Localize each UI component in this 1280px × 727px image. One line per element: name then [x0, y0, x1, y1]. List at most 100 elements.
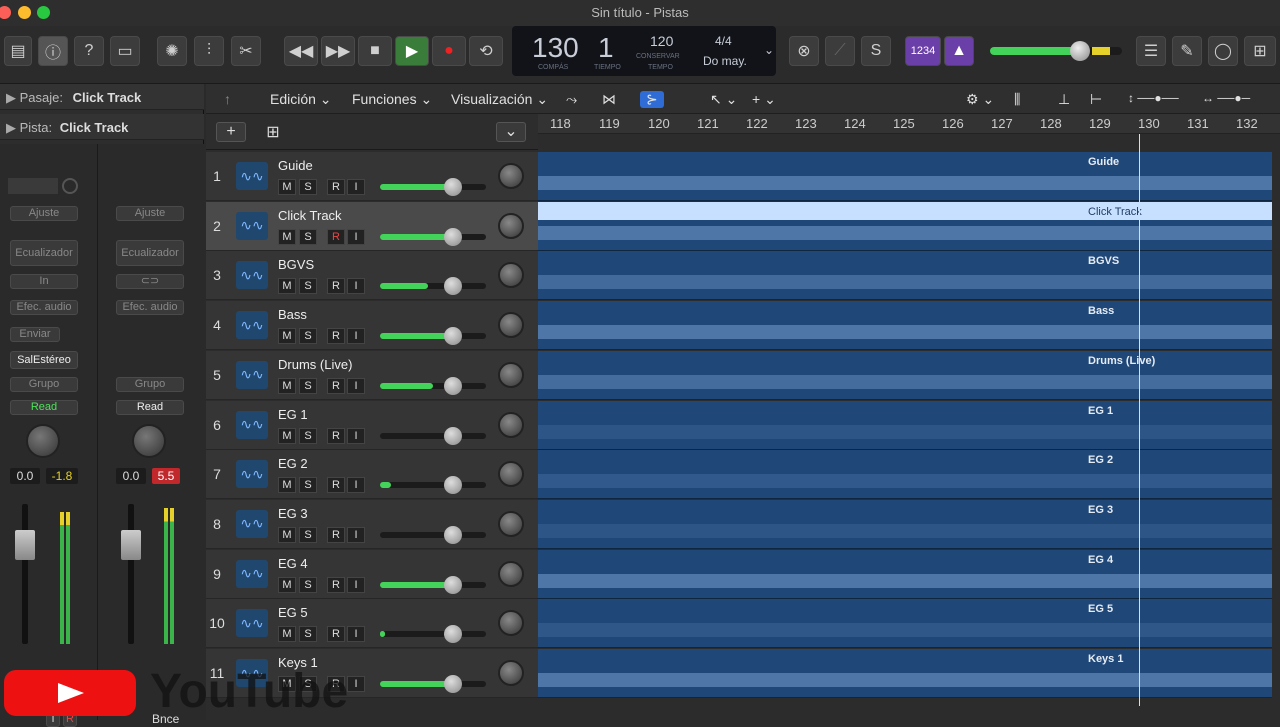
metronome-icon[interactable]: ▲: [944, 36, 974, 66]
record-enable-button[interactable]: R: [327, 377, 345, 394]
track-name[interactable]: Guide: [278, 158, 313, 173]
mute-button[interactable]: M: [278, 526, 296, 543]
cycle-button[interactable]: ⟲: [469, 36, 503, 66]
lcd-chevron-icon[interactable]: ⌄: [764, 43, 774, 57]
lcd-display[interactable]: 130 1 COMPÁS TIEMPO 120 CONSERVAR TEMPO …: [512, 26, 776, 76]
add-track-button[interactable]: +: [216, 122, 246, 142]
track-name[interactable]: EG 5: [278, 605, 308, 620]
input-monitor-button[interactable]: I: [347, 576, 365, 593]
track-lane[interactable]: EG 3: [538, 499, 1272, 549]
region-name[interactable]: Drums (Live): [1088, 355, 1155, 367]
input-monitor-button[interactable]: I: [347, 328, 365, 345]
mute-button[interactable]: M: [278, 278, 296, 295]
pan-knob[interactable]: [498, 361, 524, 388]
volume-slider[interactable]: [380, 625, 486, 644]
record-enable-button[interactable]: R: [327, 179, 345, 195]
region-name[interactable]: Guide: [1088, 156, 1119, 168]
solo-button[interactable]: S: [299, 526, 317, 543]
track-lane[interactable]: EG 2: [538, 450, 1272, 500]
back-icon[interactable]: ↑: [224, 91, 231, 107]
track-lane[interactable]: EG 4: [538, 549, 1272, 599]
global-tracks-button[interactable]: ⌄: [496, 122, 526, 142]
region-name[interactable]: EG 1: [1088, 405, 1113, 417]
record-enable-button[interactable]: R: [327, 228, 345, 245]
record-enable-button[interactable]: R: [327, 626, 345, 643]
track-header[interactable]: 2 ∿∿ Click Track M S R I: [206, 201, 538, 251]
count-in-button[interactable]: 1234: [905, 36, 941, 66]
strip2-fader[interactable]: [121, 530, 141, 560]
mute-button[interactable]: M: [278, 328, 296, 345]
pan-knob[interactable]: [498, 560, 524, 587]
volume-slider[interactable]: [380, 426, 486, 445]
track-lane[interactable]: EG 1: [538, 400, 1272, 450]
region-name[interactable]: EG 2: [1088, 454, 1113, 466]
input-monitor-button[interactable]: I: [347, 377, 365, 394]
volume-slider[interactable]: [380, 575, 486, 594]
strip2-link-icon[interactable]: ⊂⊃: [116, 274, 184, 289]
region-name[interactable]: Click Track: [1088, 206, 1142, 218]
track-header[interactable]: 6 ∿∿ EG 1 M S R I: [206, 400, 538, 450]
mute-button[interactable]: M: [278, 179, 296, 195]
region-name[interactable]: EG 4: [1088, 554, 1113, 566]
solo-button[interactable]: S: [299, 477, 317, 494]
add-track-stack-button[interactable]: ⊞: [262, 122, 284, 142]
inspector-icon[interactable]: ⓘ: [38, 36, 68, 66]
horizontal-zoom-slider[interactable]: ↔ ──●─: [1202, 91, 1250, 105]
volume-handle[interactable]: [444, 178, 462, 196]
pan-knob[interactable]: [498, 312, 524, 339]
pencil-tool-icon[interactable]: + ⌄: [752, 91, 776, 108]
track-header[interactable]: 7 ∿∿ EG 2 M S R I: [206, 450, 538, 500]
volume-slider[interactable]: [380, 327, 486, 346]
track-name[interactable]: EG 2: [278, 456, 308, 471]
automation-icon[interactable]: ⤳: [566, 91, 577, 108]
volume-slider[interactable]: [380, 277, 486, 296]
menu-edit[interactable]: Edición ⌄: [270, 91, 332, 108]
solo-button[interactable]: S: [299, 328, 317, 345]
input-monitor-button[interactable]: I: [347, 278, 365, 295]
track-name[interactable]: EG 1: [278, 407, 308, 422]
editors-icon[interactable]: ✂: [231, 36, 261, 66]
mute-button[interactable]: M: [278, 377, 296, 394]
region-name[interactable]: EG 3: [1088, 504, 1113, 516]
solo-button[interactable]: S: [299, 228, 317, 245]
horizontal-fit-icon[interactable]: ⊢: [1090, 91, 1102, 108]
list-editors-icon[interactable]: ☰: [1136, 36, 1166, 66]
volume-slider[interactable]: [380, 376, 486, 395]
menu-functions[interactable]: Funciones ⌄: [352, 91, 432, 108]
solo-button[interactable]: S: [299, 576, 317, 593]
strip2-pan-knob[interactable]: [132, 424, 166, 458]
play-button[interactable]: ▶: [395, 36, 429, 66]
region-name[interactable]: Keys 1: [1088, 653, 1123, 665]
solo-button[interactable]: S: [299, 377, 317, 394]
solo-button[interactable]: S: [299, 427, 317, 444]
volume-handle[interactable]: [444, 227, 462, 246]
mixer-icon[interactable]: ⫶: [194, 36, 224, 66]
strip1-send[interactable]: Enviar: [10, 327, 60, 342]
region-name[interactable]: Bass: [1088, 305, 1114, 317]
solo-button[interactable]: S: [299, 626, 317, 643]
region-inspector-header[interactable]: ▶ Pasaje: Click Track: [0, 84, 204, 110]
volume-slider[interactable]: [380, 227, 486, 246]
waveform-zoom-icon[interactable]: ⫼: [1014, 91, 1020, 108]
browser-icon[interactable]: ⊞: [1244, 36, 1276, 66]
volume-slider[interactable]: [380, 675, 486, 693]
strip1-audio-fx[interactable]: Efec. audio: [10, 300, 78, 315]
track-header[interactable]: 9 ∿∿ EG 4 M S R I: [206, 549, 538, 599]
input-monitor-button[interactable]: I: [347, 228, 365, 245]
loop-browser-icon[interactable]: ◯: [1208, 36, 1238, 66]
flex-icon[interactable]: ⋈: [602, 91, 616, 108]
pan-knob[interactable]: [498, 163, 524, 189]
strip1-eq[interactable]: Ecualizador: [10, 240, 78, 266]
input-monitor-button[interactable]: I: [347, 626, 365, 643]
input-monitor-button[interactable]: I: [347, 477, 365, 494]
volume-handle[interactable]: [444, 376, 462, 395]
volume-handle[interactable]: [444, 575, 462, 594]
track-header[interactable]: 8 ∿∿ EG 3 M S R I: [206, 499, 538, 549]
track-name[interactable]: EG 4: [278, 556, 308, 571]
pan-knob[interactable]: [498, 461, 524, 488]
mute-button[interactable]: M: [278, 626, 296, 643]
master-volume-slider[interactable]: [990, 41, 1122, 61]
record-enable-button[interactable]: R: [327, 477, 345, 494]
track-lane[interactable]: Bass: [538, 301, 1272, 351]
strip2-ajuste[interactable]: Ajuste: [116, 206, 184, 221]
